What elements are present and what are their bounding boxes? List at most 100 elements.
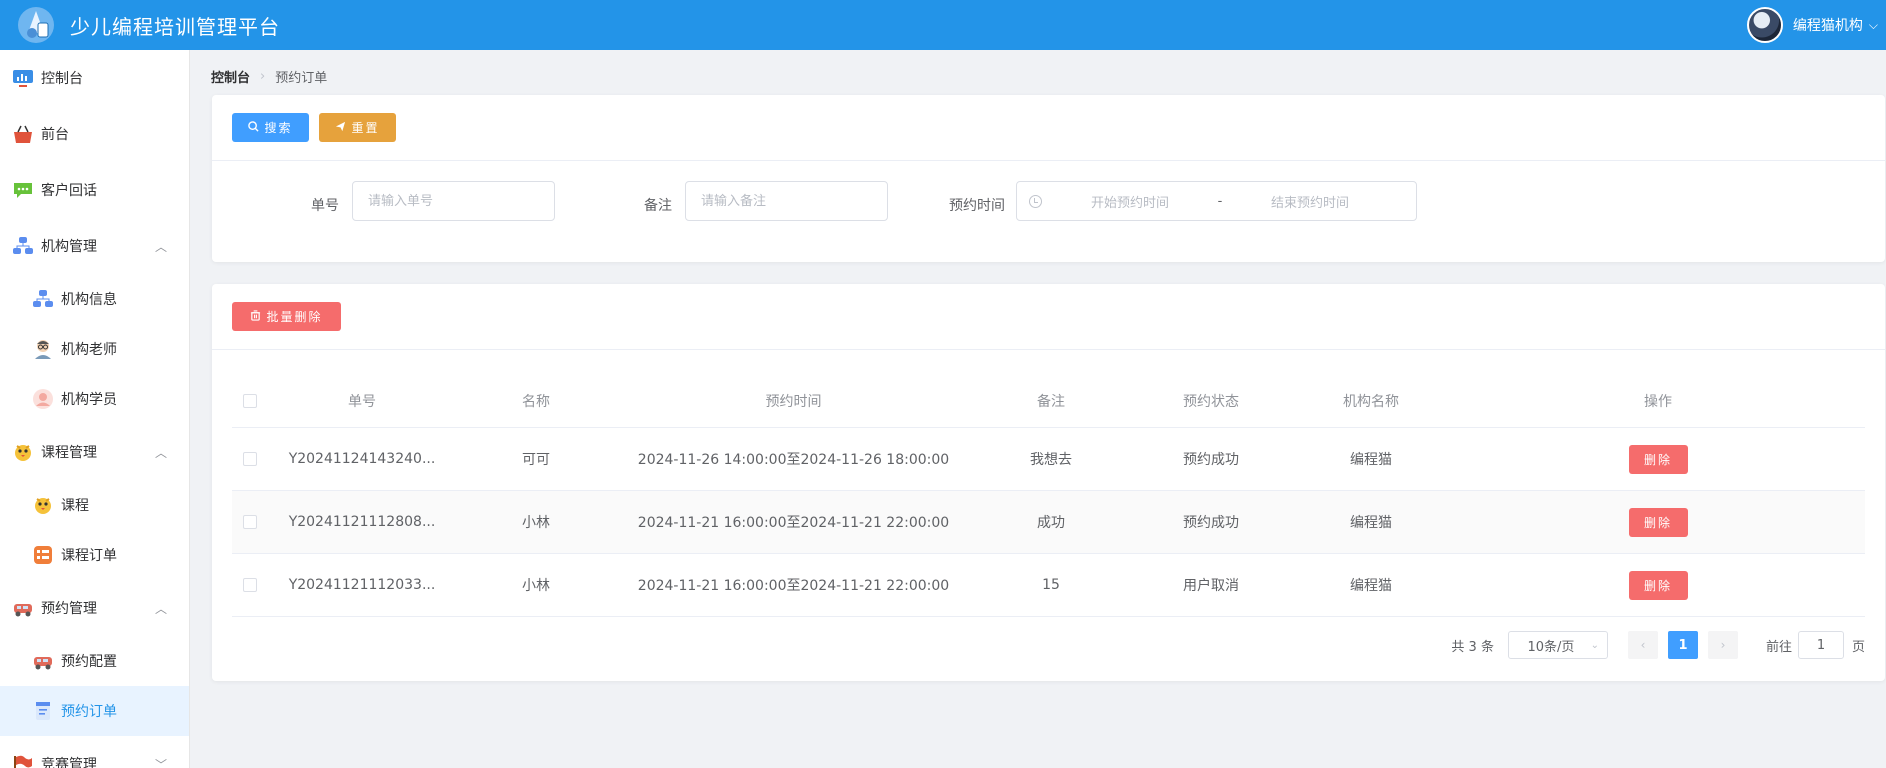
row-checkbox[interactable] [243, 515, 257, 529]
select-all-checkbox[interactable] [243, 394, 257, 408]
column-header: 操作 [1644, 394, 1672, 410]
org-cell: 编程猫 [1350, 452, 1392, 468]
goto-suffix: 页 [1851, 639, 1865, 655]
sidebar-item-label: 机构老师 [61, 342, 117, 358]
org-cell: 编程猫 [1350, 578, 1392, 594]
sidebar-item-booking-config[interactable]: 预约配置 [0, 636, 189, 686]
sidebar-item-org-info[interactable]: 机构信息 [0, 274, 189, 324]
car-icon [12, 597, 34, 619]
sidebar-item-org-management[interactable]: 机构管理 ︿ [0, 218, 189, 274]
time-cell: 2024-11-21 16:00:00至2024-11-21 22:00:00 [637, 515, 950, 531]
page-size-select[interactable]: 10条/页 ⌄ [1507, 631, 1608, 659]
sidebar-item-org-student[interactable]: 机构学员 [0, 374, 189, 424]
sidebar-item-label: 课程订单 [61, 548, 117, 564]
chevron-down-icon[interactable]: ⌵ [1869, 18, 1878, 33]
basket-icon [12, 123, 34, 145]
sidebar-item-label: 竞赛管理 [41, 757, 97, 768]
name-cell: 可可 [522, 452, 550, 468]
booking-time-label: 预约时间 [949, 198, 1005, 214]
column-header: 预约状态 [1183, 394, 1239, 410]
logo [14, 3, 58, 47]
range-separator: - [1217, 193, 1223, 209]
delete-button[interactable]: 删除 [1628, 570, 1688, 600]
flag-icon [12, 753, 34, 768]
sidebar-item-course-management[interactable]: 课程管理 ︿ [0, 424, 189, 480]
batch-delete-label: 批量删除 [266, 310, 323, 324]
search-button-label: 搜索 [264, 121, 293, 135]
order-no-cell: Y20241121112033... [288, 577, 436, 593]
page-size-value: 10条/页 [1527, 639, 1575, 655]
sidebar-item-competition-management[interactable]: 竞赛管理 ﹀ [0, 736, 189, 768]
org-cell: 编程猫 [1350, 515, 1392, 531]
goto-prefix: 前往 [1765, 639, 1792, 655]
order-no-label: 单号 [311, 198, 339, 214]
sidebar-item-label: 客户回话 [41, 183, 97, 199]
breadcrumb-current: 预约订单 [275, 71, 328, 86]
car-icon [32, 650, 54, 672]
booking-order-table: 单号 名称 预约时间 备注 预约状态 机构名称 操作 Y202411241432… [232, 375, 1865, 617]
status-cell: 预约成功 [1183, 515, 1239, 531]
next-page-button[interactable]: › [1707, 631, 1738, 659]
avatar[interactable] [1746, 7, 1783, 43]
breadcrumb-home[interactable]: 控制台 [211, 67, 250, 86]
app-title: 少儿编程培训管理平台 [70, 14, 280, 39]
chevron-up-icon: ︿ [154, 239, 167, 254]
row-checkbox[interactable] [243, 578, 257, 592]
sidebar-item-org-teacher[interactable]: 机构老师 [0, 324, 189, 374]
time-cell: 2024-11-26 14:00:00至2024-11-26 18:00:00 [637, 452, 950, 468]
row-checkbox[interactable] [243, 452, 257, 466]
order-no-input[interactable] [352, 181, 555, 221]
clock-icon [1029, 194, 1042, 208]
delete-button[interactable]: 删除 [1628, 507, 1688, 537]
prev-page-button[interactable]: ‹ [1627, 631, 1658, 659]
breadcrumb: 控制台 › 预约订单 [211, 67, 327, 86]
sidebar-item-customer-chat[interactable]: 客户回话 [0, 162, 189, 218]
sidebar-item-front-desk[interactable]: 前台 [0, 106, 189, 162]
sidebar-item-booking-order[interactable]: 预约订单 [0, 686, 189, 736]
sidebar-item-booking-management[interactable]: 预约管理 ︿ [0, 580, 189, 636]
order-list-icon [32, 544, 54, 566]
sidebar-item-label: 机构学员 [61, 392, 117, 408]
end-time-input[interactable]: 结束预约时间 [1230, 192, 1390, 211]
monitor-icon [12, 67, 34, 89]
start-time-input[interactable]: 开始预约时间 [1050, 192, 1210, 211]
search-button[interactable]: 搜索 [232, 113, 309, 142]
column-header: 机构名称 [1343, 394, 1399, 410]
note-input[interactable] [685, 181, 888, 221]
sidebar-item-dashboard[interactable]: 控制台 [0, 50, 189, 106]
batch-delete-button[interactable]: 批量删除 [232, 302, 341, 331]
chevron-down-icon: ﹀ [154, 757, 167, 768]
column-header: 单号 [348, 394, 376, 410]
table-panel: 批量删除 单号 名称 预约时间 备注 预约状态 机构名称 操作 Y2024112… [212, 284, 1885, 681]
note-cell: 15 [1042, 577, 1060, 593]
column-header: 名称 [522, 394, 550, 410]
table-toolbar: 批量删除 [212, 284, 1885, 350]
row-select-cell [232, 452, 268, 466]
breadcrumb-separator: › [260, 69, 266, 84]
reset-button[interactable]: 重置 [319, 113, 396, 142]
trash-icon [250, 309, 261, 324]
goto-page-input[interactable] [1797, 631, 1844, 659]
chevron-up-icon: ︿ [154, 445, 167, 460]
user-name[interactable]: 编程猫机构 [1793, 15, 1863, 35]
sidebar-item-label: 前台 [41, 127, 69, 143]
user-menu[interactable]: 编程猫机构 ⌵ [1746, 0, 1878, 50]
chat-icon [12, 179, 34, 201]
booking-time-range-picker[interactable]: 开始预约时间 - 结束预约时间 [1016, 181, 1417, 221]
sidebar-item-label: 预约管理 [41, 601, 97, 617]
table-row: Y20241121112033... 小林 2024-11-21 16:00:0… [232, 554, 1865, 617]
order-no-cell: Y20241124143240... [288, 451, 436, 467]
chevron-right-icon: › [1720, 638, 1726, 652]
chevron-up-icon: ︿ [154, 601, 167, 616]
delete-button[interactable]: 删除 [1628, 444, 1688, 474]
sidebar-item-course-order[interactable]: 课程订单 [0, 530, 189, 580]
sidebar: 控制台 前台 客户回话 机构管理 ︿ 机构信息 机构老师 机构学员 课程管理 ︿… [0, 50, 190, 768]
document-icon [32, 700, 54, 722]
table-row: Y20241124143240... 可可 2024-11-26 14:00:0… [232, 428, 1865, 491]
reset-button-label: 重置 [351, 121, 380, 135]
sidebar-item-label: 控制台 [41, 71, 83, 87]
sidebar-item-label: 课程管理 [41, 445, 97, 461]
sidebar-item-label: 机构管理 [41, 239, 97, 255]
page-number-button[interactable]: 1 [1667, 631, 1698, 659]
sidebar-item-course[interactable]: 课程 [0, 480, 189, 530]
